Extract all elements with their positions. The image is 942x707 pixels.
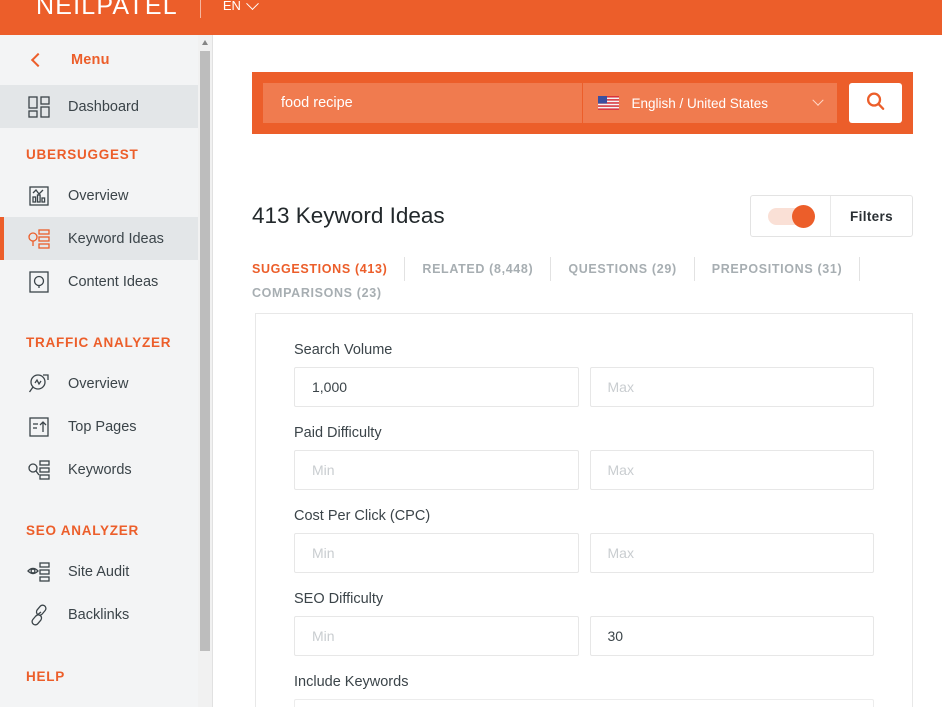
- search-volume-max-input[interactable]: [589, 367, 874, 407]
- sidebar-item-label: Backlinks: [68, 606, 130, 623]
- paid-difficulty-label: Paid Difficulty: [294, 425, 382, 441]
- us-flag-icon: [598, 96, 620, 110]
- keyword-search-bar: English / United States: [252, 72, 913, 134]
- tab-related[interactable]: RELATED (8,448): [422, 257, 552, 281]
- cpc-label: Cost Per Click (CPC): [294, 508, 431, 524]
- search-volume-row: [294, 367, 874, 407]
- sidebar-scrollbar[interactable]: [198, 35, 212, 707]
- language-code-label: EN: [222, 0, 241, 13]
- sidebar-item-label: Overview: [68, 187, 129, 204]
- seo-difficulty-label: SEO Difficulty: [294, 591, 384, 607]
- magnifier-list-icon: [26, 457, 52, 483]
- sidebar-item-traffic-keywords[interactable]: Keywords: [0, 448, 198, 491]
- chevron-left-icon[interactable]: [30, 52, 46, 68]
- dashboard-grid-icon: [26, 94, 52, 120]
- keyword-search-input[interactable]: [263, 83, 583, 123]
- scroll-up-arrow-icon[interactable]: [198, 35, 212, 50]
- sidebar-item-label: Top Pages: [68, 418, 137, 435]
- cpc-row: [294, 533, 874, 573]
- sidebar-item-label: Site Audit: [68, 563, 130, 580]
- locale-dropdown[interactable]: English / United States: [582, 83, 837, 123]
- keyword-list-icon: [26, 226, 52, 252]
- sidebar-section-traffic-analyzer: TRAFFIC ANALYZER: [26, 335, 172, 350]
- search-volume-min-input[interactable]: [294, 367, 579, 407]
- chain-link-icon: [26, 602, 52, 628]
- sidebar-section-ubersuggest: UBERSUGGEST: [26, 147, 139, 162]
- paid-difficulty-row: [294, 450, 874, 490]
- toggle-switch-icon: [768, 204, 816, 228]
- seo-difficulty-min-input[interactable]: [294, 616, 579, 656]
- lightbulb-page-icon: [26, 269, 52, 295]
- filters-panel: Search Volume Paid Difficulty Cost Per C…: [255, 313, 913, 707]
- filters-toggle[interactable]: [751, 196, 832, 236]
- language-selector[interactable]: EN: [222, 0, 259, 28]
- filters-control: Filters: [750, 195, 913, 237]
- tab-suggestions[interactable]: SUGGESTIONS (413): [252, 257, 406, 281]
- include-keywords-label: Include Keywords: [294, 674, 409, 690]
- sidebar-item-site-audit[interactable]: Site Audit: [0, 550, 198, 593]
- page-title: 413 Keyword Ideas: [252, 203, 445, 228]
- cpc-max-input[interactable]: [589, 533, 874, 573]
- results-header-row: 413 Keyword Ideas Filters: [252, 195, 913, 237]
- sidebar-item-dashboard[interactable]: Dashboard: [0, 85, 198, 128]
- sidebar-section-help: HELP: [26, 669, 66, 684]
- sidebar-item-label: Overview: [68, 375, 129, 392]
- tab-questions[interactable]: QUESTIONS (29): [568, 257, 695, 281]
- include-keywords-textarea[interactable]: [294, 699, 874, 707]
- page-arrow-up-icon: [26, 414, 52, 440]
- sidebar-item-label: Keywords: [68, 461, 132, 478]
- sidebar-item-backlinks[interactable]: Backlinks: [0, 593, 198, 636]
- sidebar-item-label: Content Ideas: [68, 273, 159, 290]
- seo-difficulty-max-input[interactable]: [589, 616, 874, 656]
- paid-difficulty-max-input[interactable]: [589, 450, 874, 490]
- chevron-down-icon: [812, 94, 824, 106]
- cpc-min-input[interactable]: [294, 533, 579, 573]
- header-divider: [199, 0, 201, 18]
- sidebar-item-content-ideas[interactable]: Content Ideas: [0, 260, 198, 303]
- paid-difficulty-min-input[interactable]: [294, 450, 579, 490]
- sidebar-scrollbar-thumb[interactable]: [200, 51, 210, 651]
- bar-chart-icon: [26, 183, 52, 209]
- locale-label: English / United States: [631, 95, 769, 111]
- sidebar-item-top-pages[interactable]: Top Pages: [0, 405, 198, 448]
- sidebar-menu-label: Menu: [71, 52, 110, 68]
- sidebar-section-seo-analyzer: SEO ANALYZER: [26, 523, 140, 538]
- tab-prepositions[interactable]: PREPOSITIONS (31): [712, 257, 861, 281]
- sidebar-item-label: Dashboard: [68, 98, 139, 115]
- neilpatel-logo[interactable]: NEILPATEL: [36, 0, 178, 28]
- top-header-bar: NEILPATEL EN: [0, 0, 942, 35]
- sidebar-item-traffic-overview[interactable]: Overview: [0, 362, 198, 405]
- sidebar-item-ubersuggest-overview[interactable]: Overview: [0, 174, 198, 217]
- sidebar: Menu Dashboard UBERSUGGEST Overview Keyw…: [0, 35, 198, 707]
- tab-comparisons[interactable]: COMPARISONS (23): [252, 281, 399, 305]
- search-button[interactable]: [848, 83, 902, 123]
- filters-button[interactable]: Filters: [831, 196, 912, 236]
- eye-list-icon: [26, 559, 52, 585]
- main-content: English / United States 413 Keyword Idea…: [213, 35, 942, 707]
- top-header-content: NEILPATEL EN: [36, 0, 259, 28]
- app-root: NEILPATEL EN Menu Dashboard UBERSUGGEST: [0, 0, 942, 707]
- sidebar-item-keyword-ideas[interactable]: Keyword Ideas: [0, 217, 198, 260]
- sidebar-menu-header[interactable]: Menu: [0, 35, 198, 85]
- search-icon: [864, 90, 887, 116]
- search-volume-label: Search Volume: [294, 342, 393, 358]
- results-tabs: SUGGESTIONS (413) RELATED (8,448) QUESTI…: [252, 257, 913, 305]
- seo-difficulty-row: [294, 616, 874, 656]
- chevron-down-icon: [246, 0, 259, 10]
- magnifier-chart-icon: [26, 371, 52, 397]
- sidebar-item-label: Keyword Ideas: [68, 230, 164, 247]
